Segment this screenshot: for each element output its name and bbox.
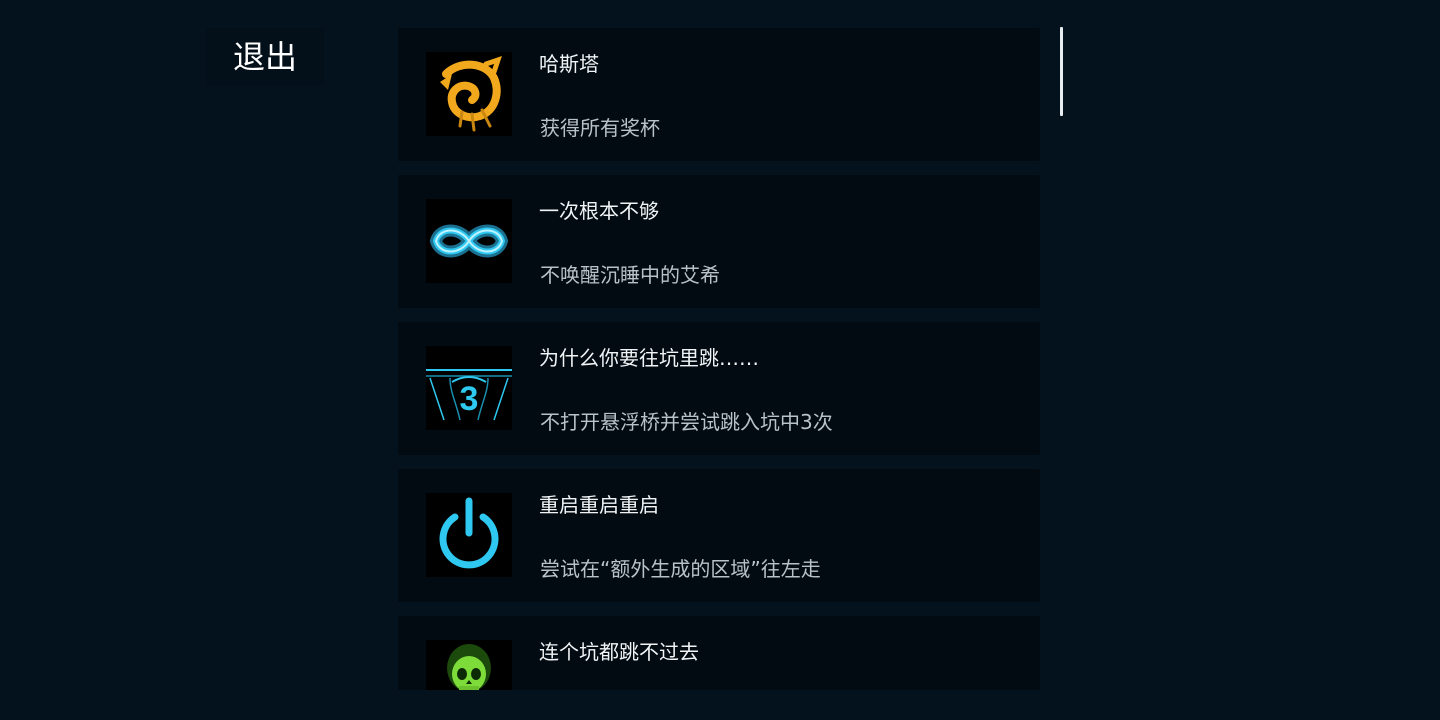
achievement-title: 重启重启重启 [539,493,659,517]
achievement-list[interactable]: 哈斯塔 获得所有奖杯 一次根本不够 不唤醒沉睡中的艾希 3 为什么你要往坑里跳…… [398,28,1040,690]
achievement-title: 连个坑都跳不过去 [539,640,699,664]
power-icon [426,493,512,577]
achievement-card[interactable]: 哈斯塔 获得所有奖杯 [398,28,1040,161]
golden-sigil-icon [426,52,512,136]
achievement-card[interactable]: 3 为什么你要往坑里跳…… 不打开悬浮桥并尝试跳入坑中3次 [398,322,1040,455]
icon-number: 3 [460,380,479,418]
achievement-title: 为什么你要往坑里跳…… [539,346,759,370]
infinity-icon [426,199,512,283]
achievement-description: 尝试在“额外生成的区域”往左走 [540,557,821,581]
bridge-three-icon: 3 [426,346,512,430]
achievement-description: 不唤醒沉睡中的艾希 [540,263,720,287]
achievement-card[interactable]: 一次根本不够 不唤醒沉睡中的艾希 [398,175,1040,308]
achievement-description: 不打开悬浮桥并尝试跳入坑中3次 [540,410,833,434]
green-skull-icon [426,640,512,690]
achievement-title: 哈斯塔 [539,52,599,76]
achievement-description: 获得所有奖杯 [540,116,660,140]
achievement-card[interactable]: 连个坑都跳不过去 [398,616,1040,690]
achievement-title: 一次根本不够 [539,199,659,223]
scrollbar[interactable] [1060,27,1063,116]
achievement-card[interactable]: 重启重启重启 尝试在“额外生成的区域”往左走 [398,469,1040,602]
exit-button[interactable]: 退出 [206,28,324,86]
